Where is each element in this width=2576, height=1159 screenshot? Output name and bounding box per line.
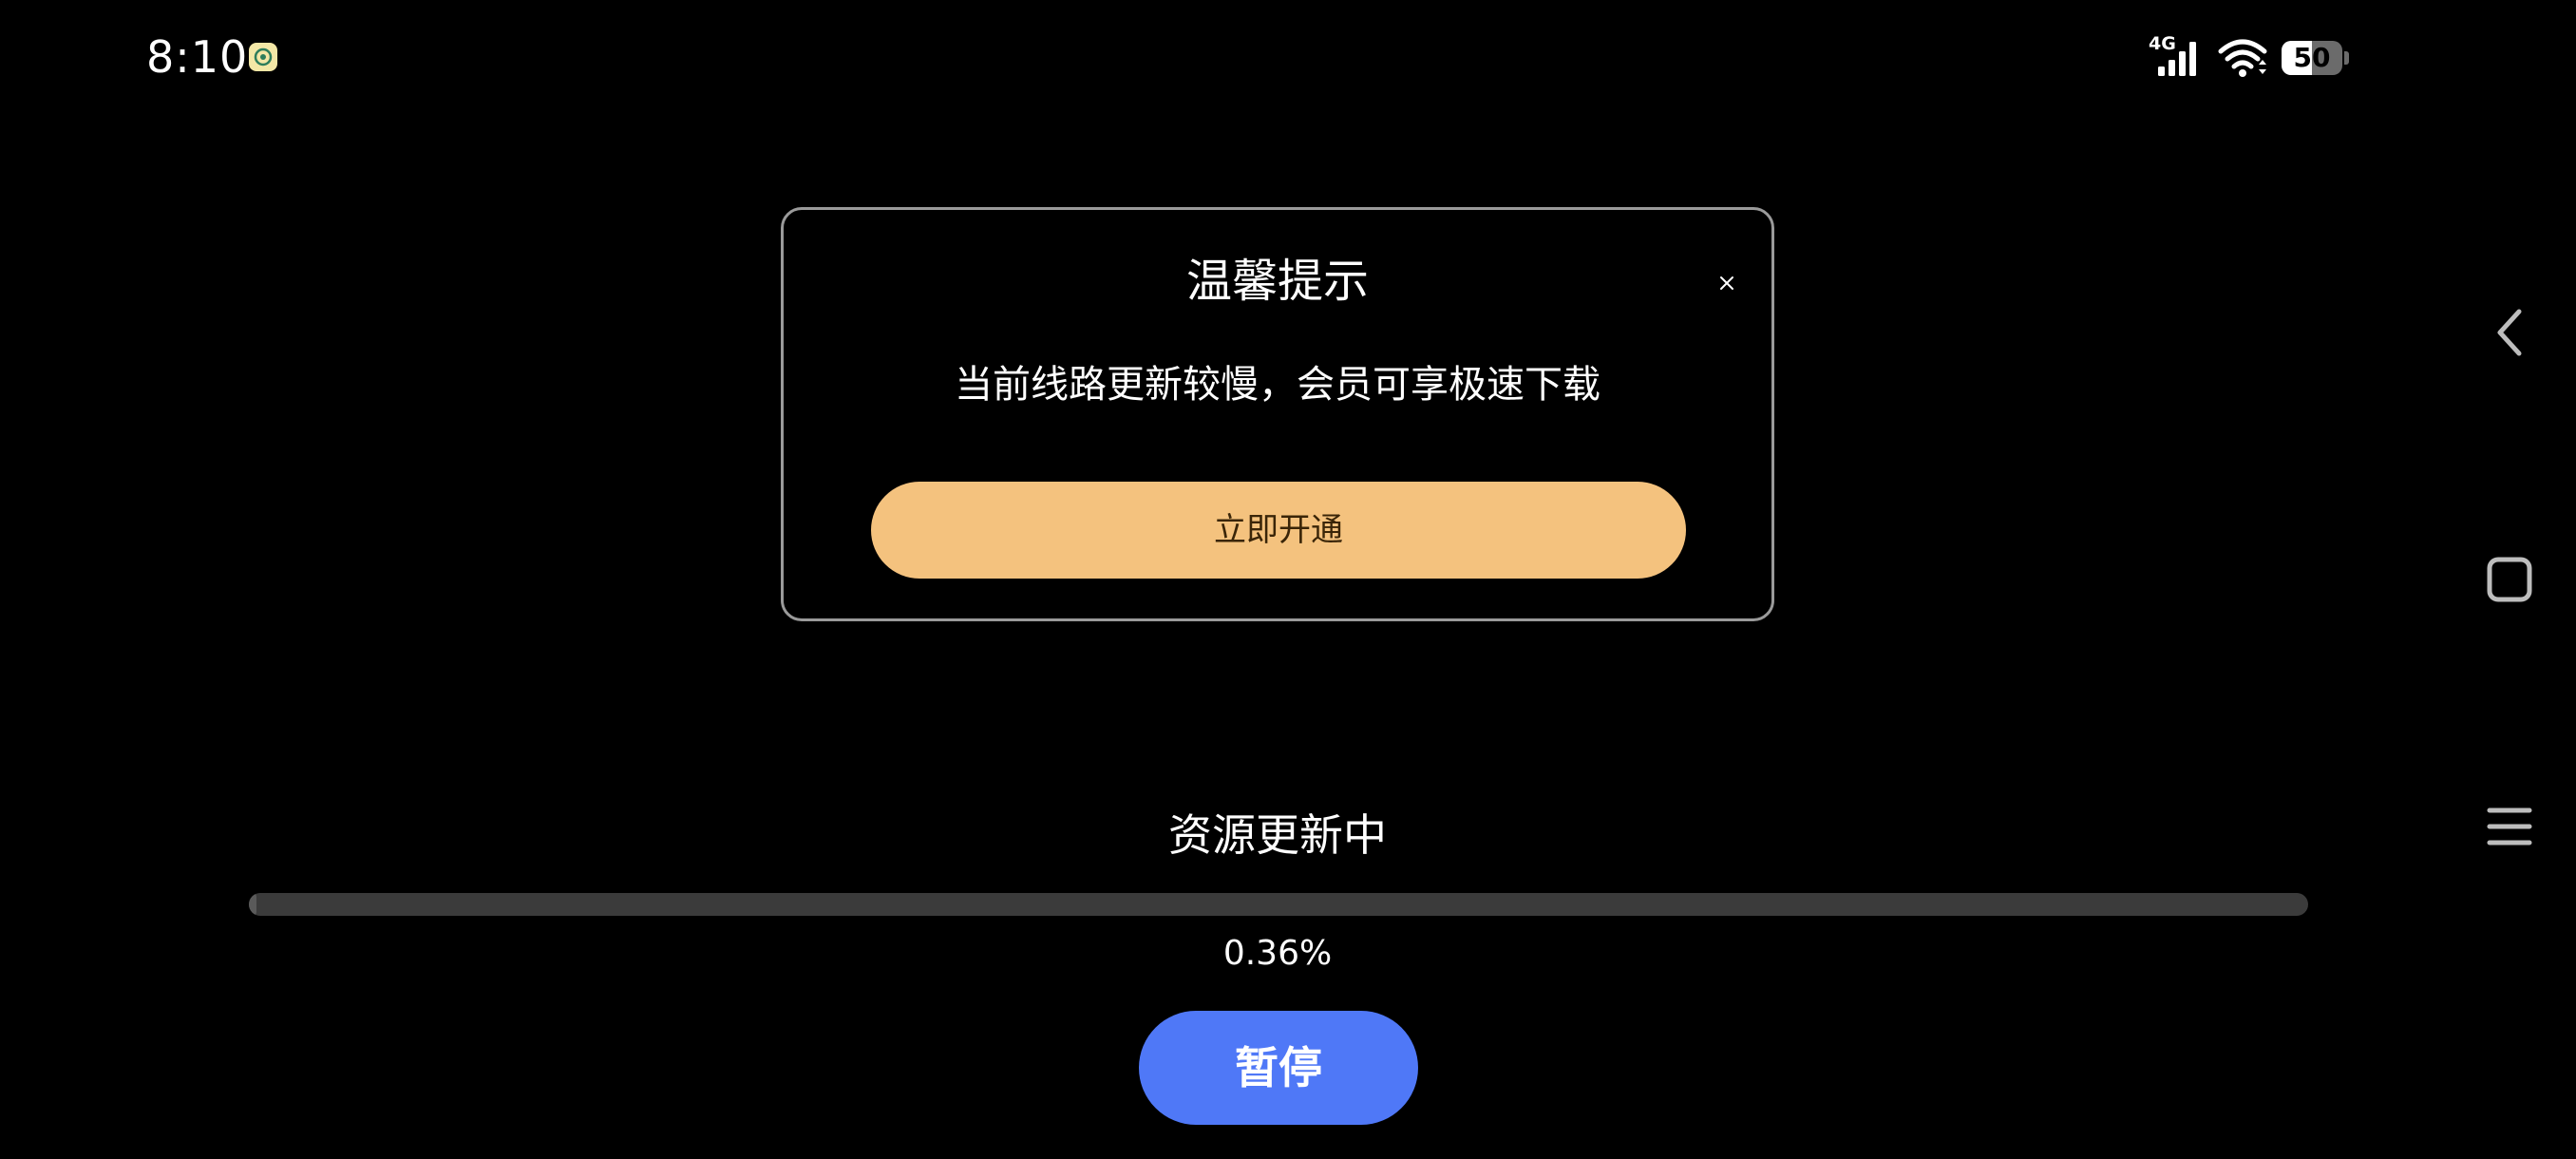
activate-membership-button[interactable]: 立即开通 bbox=[871, 482, 1686, 579]
progress-bar bbox=[249, 893, 2308, 916]
battery-level: 50 bbox=[2293, 42, 2331, 73]
app-notification-icon bbox=[249, 43, 277, 71]
home-square-icon[interactable] bbox=[2479, 549, 2540, 610]
back-chevron-icon[interactable] bbox=[2479, 302, 2540, 363]
tip-dialog: 温馨提示 当前线路更新较慢，会员可享极速下载 立即开通 bbox=[781, 207, 1774, 621]
cellular-signal-icon: 4G bbox=[2149, 34, 2204, 80]
status-time: 8:10 bbox=[146, 31, 249, 83]
battery-icon: 50 bbox=[2282, 41, 2342, 75]
dialog-title: 温馨提示 bbox=[1185, 255, 1369, 308]
wifi-icon bbox=[2217, 36, 2268, 80]
battery-group: 50 bbox=[2282, 41, 2349, 75]
app-screen: 8:10 4G 50 温馨提示 当前线路更新较慢，会员可享极速下载 立即开通 资… bbox=[0, 0, 2576, 1159]
progress-percent: 0.36% bbox=[1222, 934, 1333, 973]
menu-lines-icon[interactable] bbox=[2479, 796, 2540, 857]
progress-title: 资源更新中 bbox=[1168, 809, 1387, 861]
battery-cap bbox=[2344, 51, 2349, 65]
status-indicators: 4G 50 bbox=[2149, 34, 2349, 82]
dialog-message: 当前线路更新较慢，会员可享极速下载 bbox=[955, 363, 1601, 407]
close-icon[interactable] bbox=[1714, 271, 1739, 295]
progress-bar-fill bbox=[249, 893, 256, 916]
pause-button[interactable]: 暂停 bbox=[1139, 1011, 1418, 1125]
